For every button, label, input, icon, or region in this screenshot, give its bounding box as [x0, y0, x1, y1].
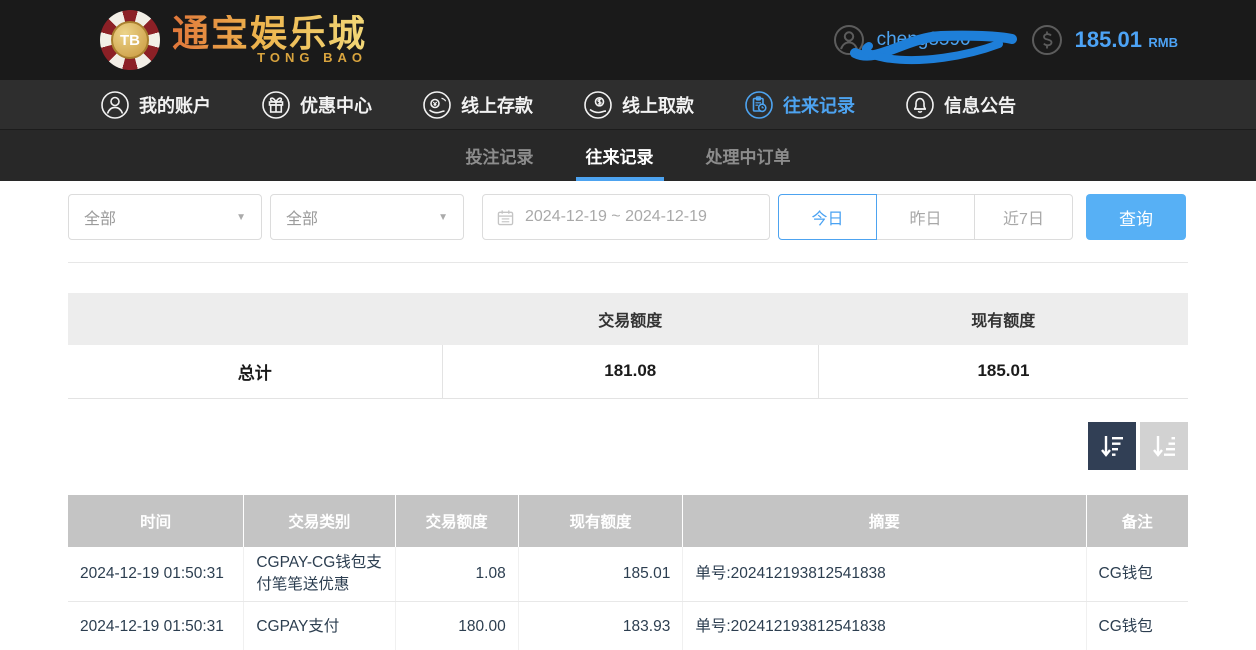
summary-header-transaction: 交易额度 [442, 293, 818, 345]
cell-summary: 单号:202412193812541838 [683, 602, 1086, 650]
sort-descending-button[interactable] [1088, 422, 1136, 470]
nav-item-withdraw[interactable]: 线上取款 [583, 90, 694, 120]
table-row: 2024-12-19 01:50:31 CGPAY支付 180.00 183.9… [68, 602, 1188, 650]
balance-box[interactable]: 185.01 RMB [1031, 24, 1178, 56]
records-icon [744, 90, 774, 120]
content-container: 全部 ▼ 全部 ▼ 2024-12-19 ~ 2024-12-19 今日 昨日 … [68, 194, 1188, 650]
cell-time: 2024-12-19 01:50:31 [68, 602, 244, 650]
yesterday-button[interactable]: 昨日 [876, 194, 975, 240]
user-icon [100, 90, 130, 120]
chip-label: TB [111, 21, 149, 59]
top-header: TB 通宝娱乐城 TONG BAO cheng8590 [0, 0, 1256, 80]
main-nav: 我的账户 优惠中心 线上存款 线上取款 往来记录 [0, 80, 1256, 130]
category-select[interactable]: 全部 ▼ [270, 194, 464, 240]
col-type: 交易类别 [244, 495, 395, 547]
type-select-value: 全部 [84, 205, 116, 229]
cell-remark: CG钱包 [1086, 602, 1188, 650]
cell-remark: CG钱包 [1086, 547, 1188, 602]
cell-balance: 183.93 [518, 602, 683, 650]
table-row: 2024-12-19 01:50:31 CGPAY-CG钱包支付笔笔送优惠 1.… [68, 547, 1188, 602]
calendar-icon [497, 209, 514, 226]
date-range-value: 2024-12-19 ~ 2024-12-19 [525, 208, 707, 226]
tab-label: 处理中订单 [706, 143, 791, 168]
cell-summary: 单号:202412193812541838 [683, 547, 1086, 602]
button-label: 昨日 [909, 205, 941, 229]
type-select[interactable]: 全部 ▼ [68, 194, 262, 240]
transactions-table: 时间 交易类别 交易额度 现有额度 摘要 备注 2024-12-19 01:50… [68, 495, 1188, 650]
cell-type: CGPAY支付 [244, 602, 395, 650]
col-remark: 备注 [1086, 495, 1188, 547]
nav-item-promotions[interactable]: 优惠中心 [261, 90, 372, 120]
tab-pending-orders[interactable]: 处理中订单 [702, 130, 795, 181]
nav-item-announcements[interactable]: 信息公告 [905, 90, 1016, 120]
filter-row: 全部 ▼ 全部 ▼ 2024-12-19 ~ 2024-12-19 今日 昨日 … [68, 194, 1188, 240]
sub-tab-bar: 投注记录 往来记录 处理中订单 [0, 130, 1256, 181]
category-select-value: 全部 [286, 205, 318, 229]
site-title: 通宝娱乐城 [172, 15, 367, 54]
col-balance: 现有额度 [518, 495, 683, 547]
chevron-down-icon: ▼ [438, 212, 448, 223]
summary-header-empty [68, 293, 442, 345]
today-button[interactable]: 今日 [778, 194, 877, 240]
sort-descending-icon [1099, 433, 1125, 459]
summary-total-label: 总计 [68, 345, 442, 398]
summary-total-row: 总计 181.08 185.01 [68, 345, 1188, 398]
header-right: cheng8590 185.01 RMB [833, 24, 1178, 56]
nav-label: 往来记录 [783, 92, 855, 118]
summary-balance-total: 185.01 [818, 345, 1188, 398]
divider [68, 262, 1188, 263]
sort-controls [68, 422, 1188, 470]
user-account[interactable]: cheng8590 [833, 24, 971, 56]
chevron-down-icon: ▼ [236, 212, 246, 223]
nav-label: 信息公告 [944, 92, 1016, 118]
logo-text: 通宝娱乐城 TONG BAO [172, 15, 367, 66]
cell-time: 2024-12-19 01:50:31 [68, 547, 244, 602]
user-icon [833, 24, 865, 56]
gift-icon [261, 90, 291, 120]
quick-date-group: 今日 昨日 近7日 [778, 194, 1073, 240]
sort-ascending-button[interactable] [1140, 422, 1188, 470]
search-button[interactable]: 查询 [1086, 194, 1186, 240]
deposit-icon [422, 90, 452, 120]
withdraw-icon [583, 90, 613, 120]
cell-amount: 1.08 [395, 547, 518, 602]
button-label: 今日 [811, 205, 843, 229]
summary-table: 交易额度 现有额度 总计 181.08 185.01 [68, 293, 1188, 399]
site-subtitle: TONG BAO [172, 50, 367, 65]
table-header-row: 时间 交易类别 交易额度 现有额度 摘要 备注 [68, 495, 1188, 547]
tab-transaction-records[interactable]: 往来记录 [582, 130, 658, 181]
nav-item-deposit[interactable]: 线上存款 [422, 90, 533, 120]
dollar-coin-icon [1031, 24, 1063, 56]
summary-header-balance: 现有额度 [818, 293, 1188, 345]
button-label: 查询 [1119, 205, 1153, 230]
nav-item-records[interactable]: 往来记录 [744, 90, 855, 120]
col-summary: 摘要 [683, 495, 1086, 547]
username-wrap: cheng8590 [877, 29, 971, 51]
nav-label: 线上取款 [622, 92, 694, 118]
last7days-button[interactable]: 近7日 [974, 194, 1073, 240]
nav-label: 优惠中心 [300, 92, 372, 118]
col-amount: 交易额度 [395, 495, 518, 547]
site-logo[interactable]: TB 通宝娱乐城 TONG BAO [100, 10, 367, 70]
button-label: 近7日 [1003, 205, 1044, 229]
nav-item-my-account[interactable]: 我的账户 [100, 90, 211, 120]
currency-label: RMB [1148, 35, 1178, 50]
tab-label: 往来记录 [586, 143, 654, 168]
sort-ascending-icon [1151, 433, 1177, 459]
bell-icon [905, 90, 935, 120]
username: cheng8590 [877, 29, 971, 50]
nav-label: 我的账户 [139, 92, 211, 118]
balance-amount: 185.01 [1075, 27, 1142, 52]
summary-header-row: 交易额度 现有额度 [68, 293, 1188, 345]
cell-balance: 185.01 [518, 547, 683, 602]
date-range-input[interactable]: 2024-12-19 ~ 2024-12-19 [482, 194, 770, 240]
col-time: 时间 [68, 495, 244, 547]
casino-chip-icon: TB [100, 10, 160, 70]
cell-type: CGPAY-CG钱包支付笔笔送优惠 [244, 547, 395, 602]
summary-transaction-total: 181.08 [442, 345, 818, 398]
tab-bet-records[interactable]: 投注记录 [462, 130, 538, 181]
nav-label: 线上存款 [461, 92, 533, 118]
tab-label: 投注记录 [466, 143, 534, 168]
cell-amount: 180.00 [395, 602, 518, 650]
